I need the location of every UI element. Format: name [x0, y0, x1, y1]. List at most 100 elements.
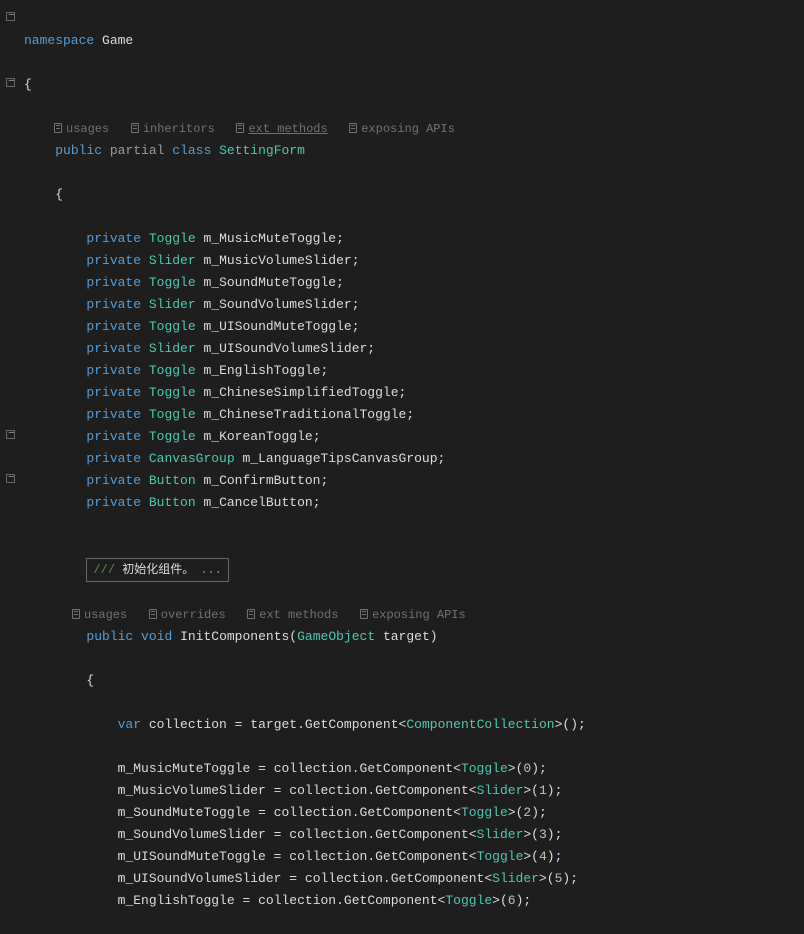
- brace: {: [86, 673, 94, 688]
- folded-comment[interactable]: /// 初始化组件。...: [86, 558, 228, 582]
- keyword-private: private: [86, 341, 141, 356]
- index-literal: 2: [523, 805, 531, 820]
- assignment-line: m_SoundMuteToggle = collection.GetCompon…: [24, 802, 804, 824]
- field-type: Button: [149, 473, 196, 488]
- fold-class-icon[interactable]: [6, 78, 15, 87]
- generic-type: Slider: [477, 783, 524, 798]
- field-ref: m_SoundMuteToggle: [118, 805, 251, 820]
- namespace-name: Game: [102, 33, 133, 48]
- keyword-private: private: [86, 231, 141, 246]
- code-editor[interactable]: namespace Game { usages inheritors ext m…: [0, 0, 804, 934]
- keyword-var: var: [118, 717, 141, 732]
- assignment-line: m_MusicVolumeSlider = collection.GetComp…: [24, 780, 804, 802]
- field-declaration: private CanvasGroup m_LanguageTipsCanvas…: [24, 448, 804, 470]
- keyword-private: private: [86, 385, 141, 400]
- field-type: Slider: [149, 253, 196, 268]
- var-name: collection: [149, 717, 227, 732]
- generic-type: Toggle: [445, 893, 492, 908]
- param-type: GameObject: [297, 629, 375, 644]
- code-lens-method[interactable]: usages overrides ext methods exposing AP…: [24, 604, 466, 626]
- generic-type: Slider: [492, 871, 539, 886]
- field-type: Slider: [149, 297, 196, 312]
- assignment-line: m_UISoundVolumeSlider = collection.GetCo…: [24, 868, 804, 890]
- field-type: Toggle: [149, 319, 196, 334]
- generic-type: ComponentCollection: [406, 717, 554, 732]
- field-name: m_ConfirmButton: [203, 473, 320, 488]
- field-ref: m_UISoundMuteToggle: [118, 849, 266, 864]
- keyword-private: private: [86, 473, 141, 488]
- field-type: Toggle: [149, 407, 196, 422]
- field-type: Toggle: [149, 429, 196, 444]
- keyword-private: private: [86, 275, 141, 290]
- keyword-partial: partial: [110, 143, 165, 158]
- index-literal: 1: [539, 783, 547, 798]
- gutter: [0, 0, 20, 691]
- field-ref: m_MusicMuteToggle: [118, 761, 251, 776]
- hint-icon: [236, 123, 244, 133]
- brace: {: [55, 187, 63, 202]
- field-declaration: private Button m_CancelButton;: [24, 492, 804, 514]
- generic-type: Toggle: [461, 805, 508, 820]
- field-declaration: private Slider m_UISoundVolumeSlider;: [24, 338, 804, 360]
- keyword-private: private: [86, 407, 141, 422]
- field-name: m_ChineseSimplifiedToggle: [203, 385, 398, 400]
- hint-icon: [54, 123, 62, 133]
- generic-type: Slider: [477, 827, 524, 842]
- field-name: m_SoundVolumeSlider: [203, 297, 351, 312]
- field-name: m_SoundMuteToggle: [203, 275, 336, 290]
- field-declaration: private Toggle m_EnglishToggle;: [24, 360, 804, 382]
- field-name: m_EnglishToggle: [203, 363, 320, 378]
- field-declaration: private Button m_ConfirmButton;: [24, 470, 804, 492]
- keyword-private: private: [86, 363, 141, 378]
- code-lens-class[interactable]: usages inheritors ext methods exposing A…: [24, 118, 455, 140]
- keyword-namespace: namespace: [24, 33, 94, 48]
- hint-icon: [72, 609, 80, 619]
- hint-icon: [247, 609, 255, 619]
- keyword-private: private: [86, 429, 141, 444]
- fold-namespace-icon[interactable]: [6, 12, 15, 21]
- field-declaration: private Toggle m_ChineseTraditionalToggl…: [24, 404, 804, 426]
- field-name: m_ChineseTraditionalToggle: [203, 407, 406, 422]
- field-ref: m_MusicVolumeSlider: [118, 783, 266, 798]
- generic-type: Toggle: [477, 849, 524, 864]
- keyword-public: public: [55, 143, 102, 158]
- field-ref: m_UISoundVolumeSlider: [118, 871, 282, 886]
- field-name: m_KoreanToggle: [203, 429, 312, 444]
- fold-method-icon[interactable]: [6, 474, 15, 483]
- keyword-private: private: [86, 253, 141, 268]
- field-type: Toggle: [149, 385, 196, 400]
- field-name: m_CancelButton: [203, 495, 312, 510]
- hint-icon: [149, 609, 157, 619]
- index-literal: 0: [523, 761, 531, 776]
- field-type: Slider: [149, 341, 196, 356]
- keyword-class: class: [172, 143, 211, 158]
- field-declaration: private Toggle m_ChineseSimplifiedToggle…: [24, 382, 804, 404]
- hint-icon: [349, 123, 357, 133]
- keyword-private: private: [86, 495, 141, 510]
- field-declaration: private Toggle m_UISoundMuteToggle;: [24, 316, 804, 338]
- field-type: Button: [149, 495, 196, 510]
- field-declaration: private Slider m_MusicVolumeSlider;: [24, 250, 804, 272]
- keyword-private: private: [86, 451, 141, 466]
- assignment-line: m_SoundVolumeSlider = collection.GetComp…: [24, 824, 804, 846]
- field-type: Toggle: [149, 275, 196, 290]
- index-literal: 6: [508, 893, 516, 908]
- fold-comment-icon[interactable]: [6, 430, 15, 439]
- hint-icon: [131, 123, 139, 133]
- field-type: Toggle: [149, 363, 196, 378]
- field-name: m_MusicVolumeSlider: [203, 253, 351, 268]
- method-name: InitComponents: [180, 629, 289, 644]
- field-ref: m_SoundVolumeSlider: [118, 827, 266, 842]
- assignment-line: m_UISoundMuteToggle = collection.GetComp…: [24, 846, 804, 868]
- field-name: m_LanguageTipsCanvasGroup: [242, 451, 437, 466]
- brace: {: [24, 77, 32, 92]
- keyword-private: private: [86, 319, 141, 334]
- keyword-void: void: [141, 629, 172, 644]
- assignment-line: m_MusicMuteToggle = collection.GetCompon…: [24, 758, 804, 780]
- field-ref: m_EnglishToggle: [118, 893, 235, 908]
- field-type: CanvasGroup: [149, 451, 235, 466]
- ext-methods-link[interactable]: ext methods: [248, 122, 327, 136]
- field-declaration: private Toggle m_SoundMuteToggle;: [24, 272, 804, 294]
- keyword-public: public: [86, 629, 133, 644]
- index-literal: 5: [555, 871, 563, 886]
